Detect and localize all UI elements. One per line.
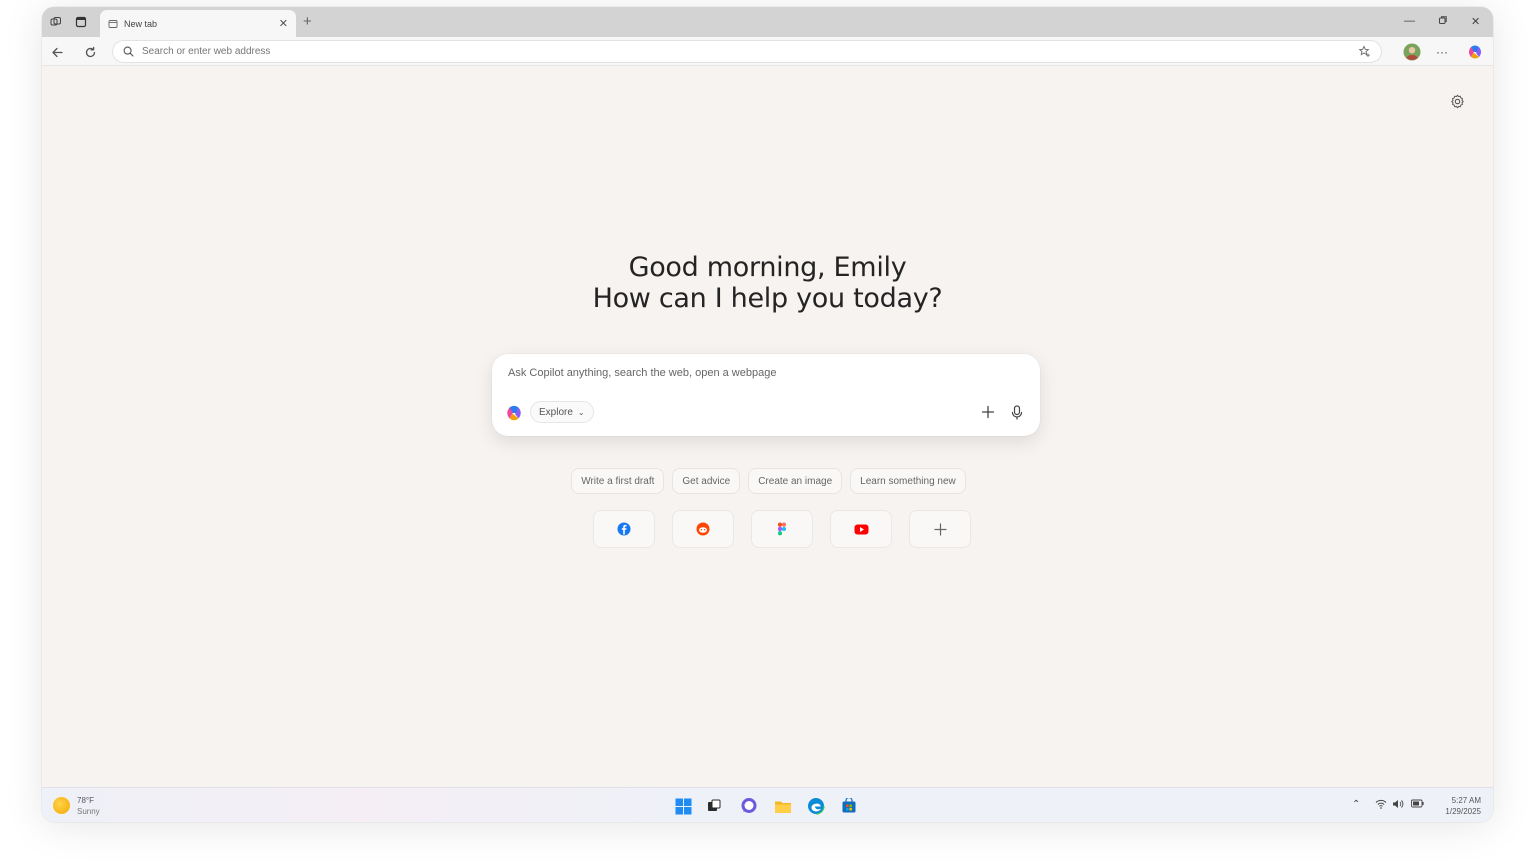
figma-icon <box>778 522 786 536</box>
tab-strip: New tab ✕ + — ✕ <box>42 7 1493 37</box>
facebook-icon <box>617 522 631 536</box>
quick-links <box>593 510 971 548</box>
chat-icon[interactable] <box>739 796 759 816</box>
minimize-icon[interactable]: — <box>1404 15 1415 27</box>
greeting-line-2: How can I help you today? <box>592 283 943 314</box>
microphone-icon[interactable] <box>1007 402 1027 422</box>
tab-title: New tab <box>124 18 158 29</box>
address-placeholder: Search or enter web address <box>142 46 271 57</box>
edge-browser-icon[interactable] <box>806 796 826 816</box>
suggestion-get-advice[interactable]: Get advice <box>672 468 741 494</box>
file-explorer-icon[interactable] <box>773 796 793 816</box>
copilot-logo-icon <box>507 405 521 421</box>
clock-time[interactable]: 5:27 AM <box>1445 796 1481 805</box>
youtube-icon <box>854 524 868 534</box>
suggestion-learn-something-new[interactable]: Learn something new <box>850 468 966 494</box>
greeting-line-1: Good morning, Emily <box>628 252 907 283</box>
back-icon[interactable] <box>48 43 66 61</box>
greeting-heading: Good morning, Emily How can I help you t… <box>42 252 1493 314</box>
task-view-icon[interactable] <box>704 796 724 816</box>
plus-icon <box>933 522 947 536</box>
search-icon <box>123 46 134 57</box>
suggestion-write-first-draft[interactable]: Write a first draft <box>571 468 665 494</box>
more-options-icon[interactable]: ··· <box>1432 42 1452 62</box>
add-favorite-icon[interactable] <box>1358 45 1371 58</box>
wifi-icon[interactable] <box>1375 799 1387 812</box>
page-settings-icon[interactable] <box>1446 90 1468 112</box>
microsoft-store-icon[interactable] <box>839 796 859 816</box>
browser-toolbar: Search or enter web address ··· <box>42 37 1493 66</box>
add-shortcut-button[interactable] <box>909 510 971 548</box>
windows-taskbar: 78°F Sunny ⌃ 5:27 AM 1/29/2025 <box>42 787 1493 822</box>
quick-link-youtube[interactable] <box>830 510 892 548</box>
quick-link-reddit[interactable] <box>672 510 734 548</box>
tab-actions-icon[interactable] <box>72 13 90 31</box>
weather-temperature: 78°F <box>77 796 94 805</box>
clock-date[interactable]: 1/29/2025 <box>1435 807 1481 816</box>
browser-window: New tab ✕ + — ✕ Search or enter web addr… <box>42 7 1493 822</box>
workspaces-icon[interactable] <box>47 13 65 31</box>
reddit-icon <box>696 522 710 536</box>
battery-icon[interactable] <box>1411 799 1424 811</box>
refresh-icon[interactable] <box>81 43 99 61</box>
volume-icon[interactable] <box>1392 799 1404 812</box>
copilot-input[interactable] <box>508 367 948 379</box>
copilot-composer: Explore ⌄ <box>492 354 1040 436</box>
sun-icon[interactable] <box>53 797 70 814</box>
profile-avatar[interactable] <box>1402 42 1422 62</box>
suggestion-create-image[interactable]: Create an image <box>748 468 843 494</box>
explore-label: Explore <box>539 406 573 418</box>
explore-mode-dropdown[interactable]: Explore ⌄ <box>530 401 594 423</box>
weather-condition: Sunny <box>77 807 100 816</box>
start-menu-icon[interactable] <box>673 796 693 816</box>
tab-new-tab[interactable]: New tab ✕ <box>100 10 296 37</box>
show-hidden-icons-chevron[interactable]: ⌃ <box>1352 799 1360 810</box>
quick-link-figma[interactable] <box>751 510 813 548</box>
new-tab-button[interactable]: + <box>303 14 312 30</box>
address-bar[interactable]: Search or enter web address <box>112 40 1382 63</box>
new-tab-page-icon <box>108 19 118 28</box>
tab-close-icon[interactable]: ✕ <box>279 17 288 30</box>
add-attachment-icon[interactable] <box>978 402 998 422</box>
copilot-icon[interactable] <box>1465 42 1485 62</box>
quick-link-facebook[interactable] <box>593 510 655 548</box>
restore-icon[interactable] <box>1438 15 1448 28</box>
close-window-icon[interactable]: ✕ <box>1471 15 1480 28</box>
chevron-down-icon: ⌄ <box>577 407 585 417</box>
suggestion-chips: Write a first draft Get advice Create an… <box>42 468 1493 494</box>
